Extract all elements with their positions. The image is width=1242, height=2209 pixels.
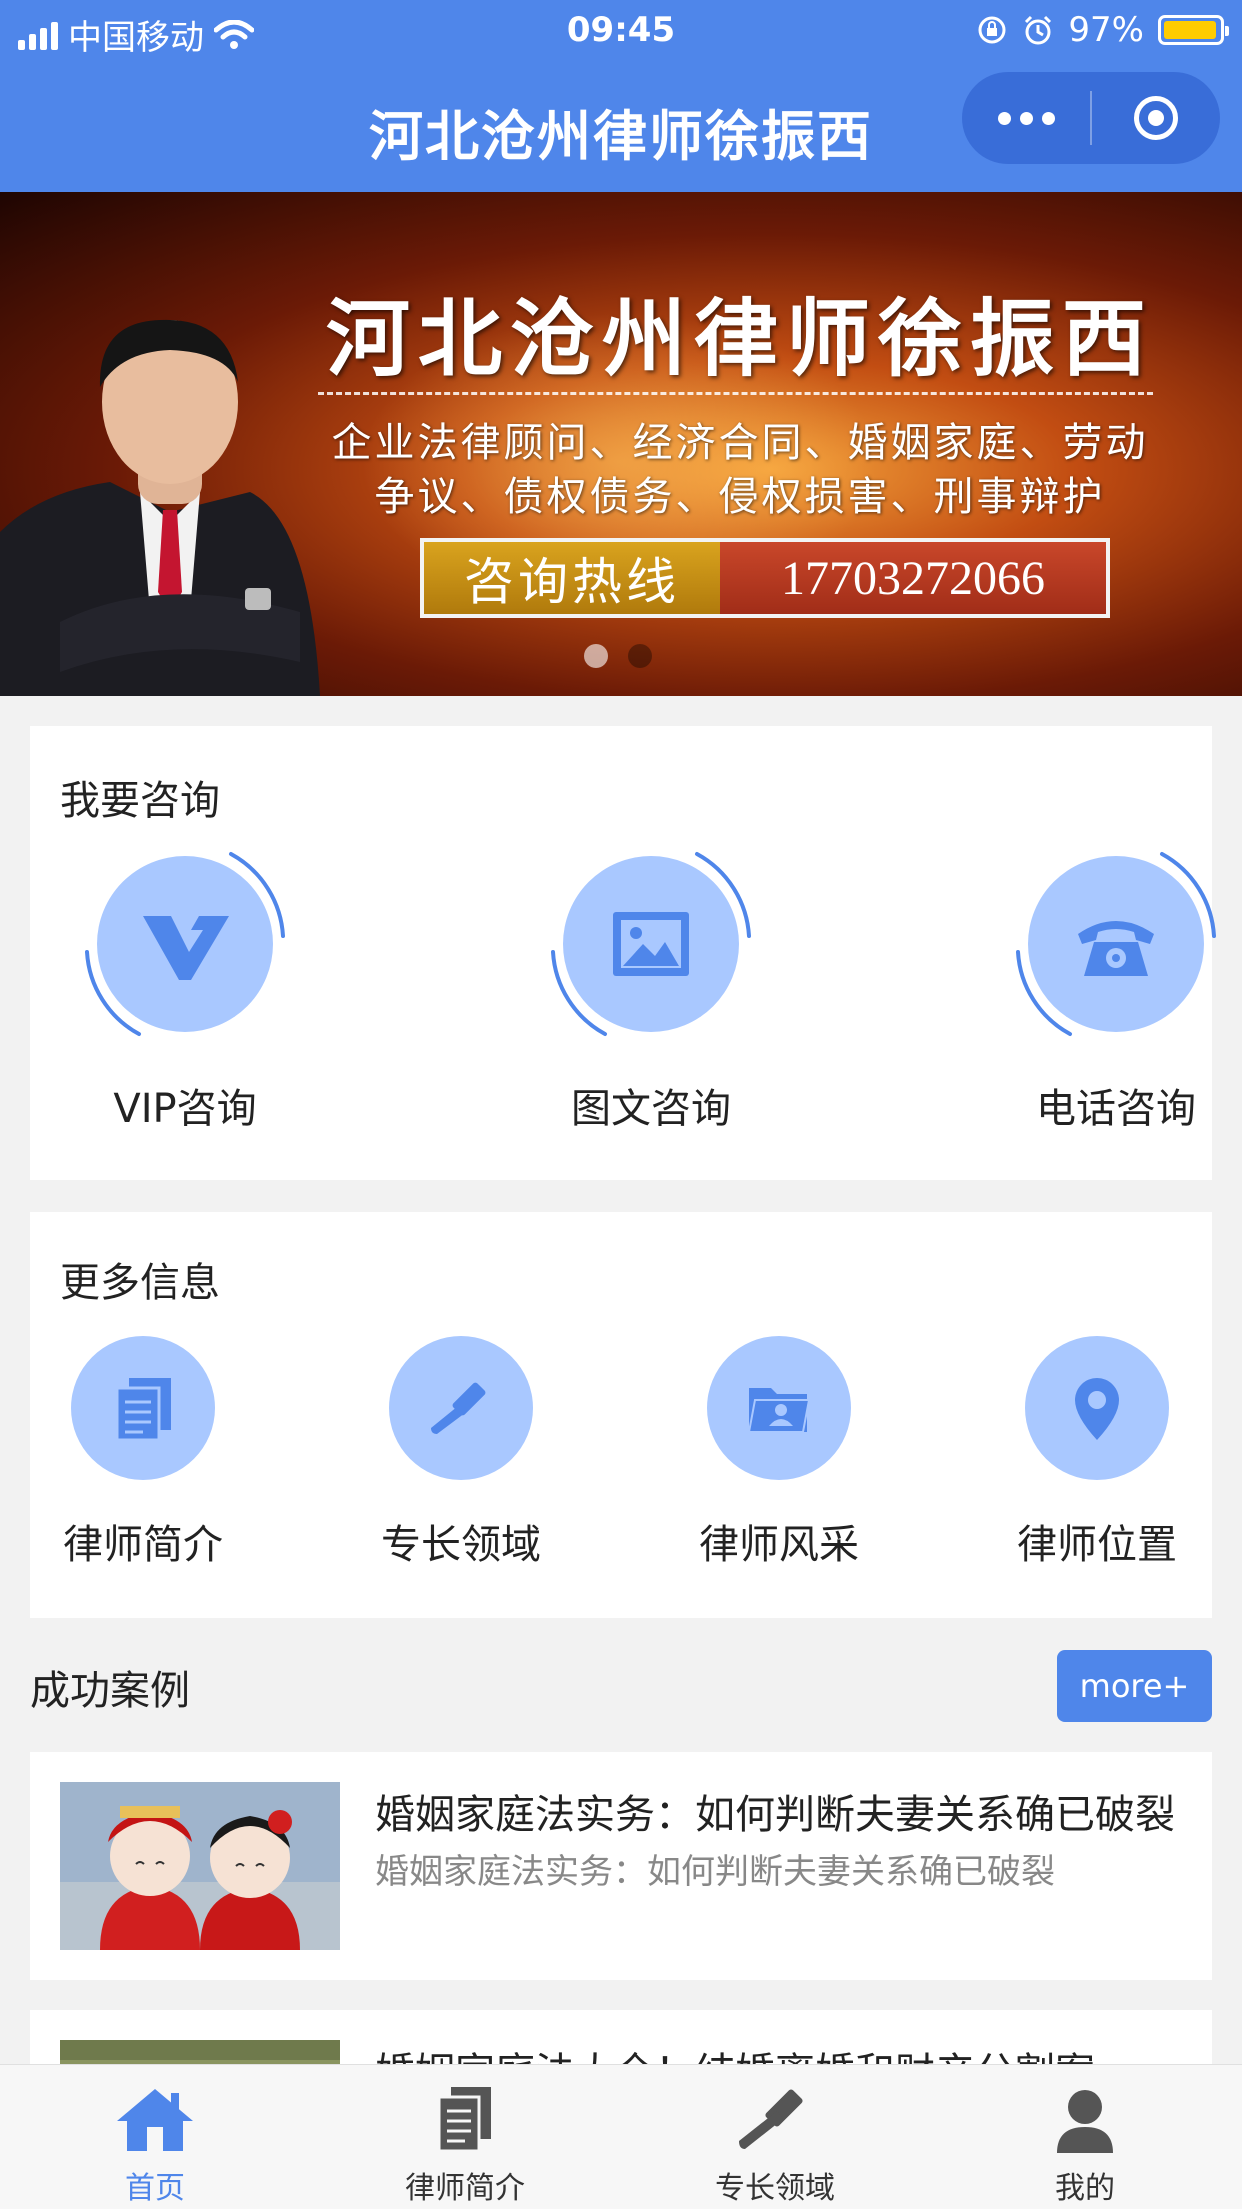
banner-divider xyxy=(318,392,1153,395)
nav-bar: 河北沧州律师徐振西 xyxy=(0,62,1242,192)
hotline-box: 咨询热线 17703272066 xyxy=(420,538,1110,618)
more-info-card: 更多信息 律师简介 专长领域 律师风采 律师位置 xyxy=(30,1212,1212,1618)
lawyer-style-label: 律师风采 xyxy=(699,1522,859,1568)
tab-lawyer-intro[interactable]: 律师简介 xyxy=(310,2065,620,2209)
lawyer-location-label: 律师位置 xyxy=(1017,1522,1177,1568)
user-icon xyxy=(1057,2090,1113,2153)
hotline-label: 咨询热线 xyxy=(424,542,720,614)
lawyer-portrait xyxy=(0,319,320,696)
close-button[interactable] xyxy=(1092,72,1220,164)
cases-header: 成功案例 more+ xyxy=(30,1650,1212,1722)
image-text-consult-label: 图文咨询 xyxy=(571,1086,731,1132)
tab-mine-label: 我的 xyxy=(1055,2171,1115,2206)
image-text-consult-button[interactable]: 图文咨询 xyxy=(531,852,771,1134)
lawyer-style-button[interactable]: 律师风采 xyxy=(679,1336,879,1570)
gavel-icon xyxy=(431,1382,486,1434)
banner-subtitle-1: 企业法律顾问、经济合同、婚姻家庭、劳动 xyxy=(331,420,1149,466)
vip-consult-label: VIP咨询 xyxy=(113,1086,257,1132)
banner-carousel[interactable]: 河北沧州律师徐振西 企业法律顾问、经济合同、婚姻家庭、劳动 争议、债权债务、侵权… xyxy=(0,192,1242,696)
home-icon xyxy=(117,2089,193,2151)
rotation-lock-icon xyxy=(978,16,1006,44)
carousel-indicator xyxy=(584,644,652,668)
carousel-dot-2[interactable] xyxy=(628,644,652,668)
tab-home[interactable]: 首页 xyxy=(0,2065,310,2209)
telephone-icon xyxy=(1078,921,1154,976)
target-close-icon xyxy=(1134,96,1178,140)
lawyer-location-button[interactable]: 律师位置 xyxy=(997,1336,1197,1570)
lawyer-intro-label: 律师简介 xyxy=(63,1522,223,1568)
banner-subtitle-2: 争议、债权债务、侵权损害、刑事辩护 xyxy=(374,474,1106,520)
status-right: 97% xyxy=(976,10,1229,50)
expertise-label: 专长领域 xyxy=(381,1522,541,1568)
consult-card: 我要咨询 VIP咨询 图文咨询 电话咨询 xyxy=(30,726,1216,1180)
phone-consult-button[interactable]: 电话咨询 xyxy=(996,852,1236,1134)
banner-title: 河北沧州律师徐振西 xyxy=(325,289,1154,388)
more-dots-icon[interactable] xyxy=(962,72,1090,164)
consult-title: 我要咨询 xyxy=(60,778,220,824)
case-title: 婚姻家庭法实务：如何判断夫妻关系确已破裂 xyxy=(375,1792,1175,1838)
phone-consult-label: 电话咨询 xyxy=(1036,1086,1196,1132)
battery-percent: 97% xyxy=(1068,10,1144,50)
document-icon xyxy=(115,1378,171,1442)
cases-title: 成功案例 xyxy=(30,1668,190,1714)
vip-v-icon xyxy=(143,916,229,980)
tab-expertise[interactable]: 专长领域 xyxy=(620,2065,930,2209)
image-icon xyxy=(613,912,689,976)
alarm-icon xyxy=(1025,15,1052,45)
tab-lawyer-intro-label: 律师简介 xyxy=(405,2171,525,2206)
cases-more-button[interactable]: more+ xyxy=(1057,1650,1212,1722)
tab-home-label: 首页 xyxy=(125,2171,185,2206)
case-description: 婚姻家庭法实务：如何判断夫妻关系确已破裂 xyxy=(375,1852,1055,1892)
status-bar: 中国移动 09:45 97% xyxy=(0,0,1242,62)
case-item[interactable]: 婚姻家庭法实务：如何判断夫妻关系确已破裂 婚姻家庭法实务：如何判断夫妻关系确已破… xyxy=(30,1752,1212,1980)
mini-program-capsule xyxy=(962,72,1220,164)
battery-icon xyxy=(1158,15,1229,45)
vip-consult-button[interactable]: VIP咨询 xyxy=(65,852,305,1134)
tab-bar: 首页 律师简介 专长领域 我的 xyxy=(0,2064,1242,2209)
hotline-number: 17703272066 xyxy=(720,542,1106,614)
expertise-button[interactable]: 专长领域 xyxy=(361,1336,561,1570)
gavel-icon xyxy=(739,2089,803,2149)
case-thumbnail xyxy=(60,1782,340,1950)
carousel-dot-1[interactable] xyxy=(584,644,608,668)
more-info-title: 更多信息 xyxy=(60,1260,220,1306)
lawyer-intro-button[interactable]: 律师简介 xyxy=(43,1336,243,1570)
folder-person-icon xyxy=(747,1388,811,1433)
tab-mine[interactable]: 我的 xyxy=(930,2065,1240,2209)
document-icon xyxy=(437,2087,491,2153)
tab-expertise-label: 专长领域 xyxy=(715,2171,835,2206)
location-pin-icon xyxy=(1075,1378,1119,1440)
